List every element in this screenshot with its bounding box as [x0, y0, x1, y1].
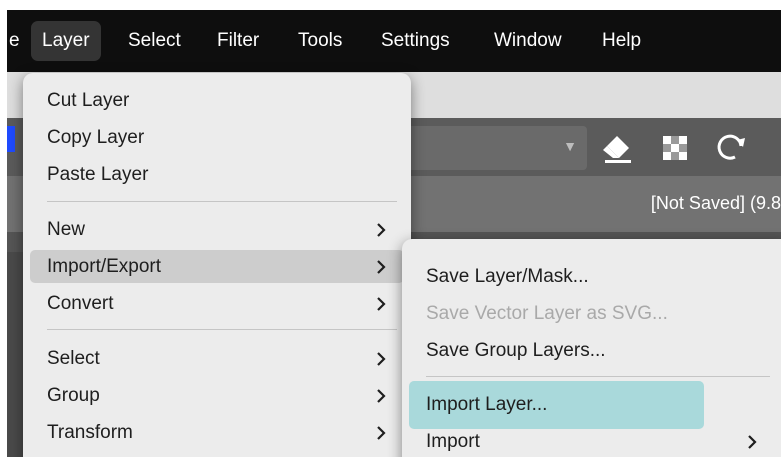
menu-item-save-layer-mask[interactable]: Save Layer/Mask... [409, 260, 781, 293]
menubar-item-layer[interactable]: Layer [31, 21, 101, 61]
menu-item-label: Select [47, 348, 100, 369]
foreground-color-swatch[interactable] [7, 126, 15, 152]
menu-item-new[interactable]: New [30, 213, 404, 246]
menu-separator [426, 376, 770, 377]
menu-item-label: New [47, 219, 86, 240]
chevron-right-icon [376, 287, 386, 320]
chevron-right-icon [376, 416, 386, 449]
menu-item-save-vector-layer-svg: Save Vector Layer as SVG... [426, 303, 668, 324]
menu-item-label: Import/Export [47, 256, 162, 277]
chevron-right-icon [376, 342, 386, 375]
refresh-icon[interactable] [711, 126, 751, 170]
menubar-item-select[interactable]: Select [117, 21, 192, 61]
import-export-submenu: Save Layer/Mask... Save Vector Layer as … [402, 239, 781, 457]
menu-separator [47, 201, 397, 202]
menu-item-import[interactable]: Import [409, 425, 781, 457]
menubar-item-settings[interactable]: Settings [370, 21, 461, 61]
krita-window: e Layer Select Filter Tools Settings Win… [7, 10, 781, 457]
menubar-item-filter[interactable]: Filter [206, 21, 270, 61]
brush-preset-dropdown[interactable]: ▼ [402, 126, 587, 170]
menubar-item-tools[interactable]: Tools [287, 21, 353, 61]
menu-item-import-layer[interactable]: Import Layer... [409, 381, 704, 429]
menu-item-paste-layer[interactable]: Paste Layer [30, 158, 404, 191]
menu-item-label: Convert [47, 293, 114, 314]
menubar: e Layer Select Filter Tools Settings Win… [7, 10, 781, 72]
menu-item-group[interactable]: Group [30, 379, 404, 412]
menu-item-label: Import [426, 431, 480, 452]
checkerboard-icon[interactable] [657, 126, 693, 170]
menu-item-cut-layer[interactable]: Cut Layer [30, 84, 404, 117]
chevron-right-icon [747, 425, 757, 457]
chevron-right-icon [376, 379, 386, 412]
app-window: e Layer Select Filter Tools Settings Win… [0, 0, 781, 457]
menubar-item-help[interactable]: Help [591, 21, 652, 61]
menu-item-select[interactable]: Select [30, 342, 404, 375]
chevron-right-icon [376, 213, 386, 246]
menu-item-label: Transform [47, 422, 133, 443]
menubar-item-file[interactable]: e [7, 21, 31, 61]
chevron-right-icon [376, 250, 386, 283]
menu-item-convert[interactable]: Convert [30, 287, 404, 320]
menu-item-save-group-layers[interactable]: Save Group Layers... [409, 334, 781, 367]
menu-separator [47, 329, 397, 330]
layer-menu: Cut Layer Copy Layer Paste Layer New Imp… [23, 73, 411, 457]
menubar-item-window[interactable]: Window [483, 21, 573, 61]
menu-item-import-export[interactable]: Import/Export [30, 250, 404, 283]
menu-item-copy-layer[interactable]: Copy Layer [30, 121, 404, 154]
eraser-icon[interactable] [599, 126, 635, 170]
document-status: [Not Saved] (9.8 [650, 193, 781, 213]
menu-item-transform[interactable]: Transform [30, 416, 404, 449]
menu-item-label: Group [47, 385, 100, 406]
chevron-down-icon: ▼ [563, 138, 577, 154]
